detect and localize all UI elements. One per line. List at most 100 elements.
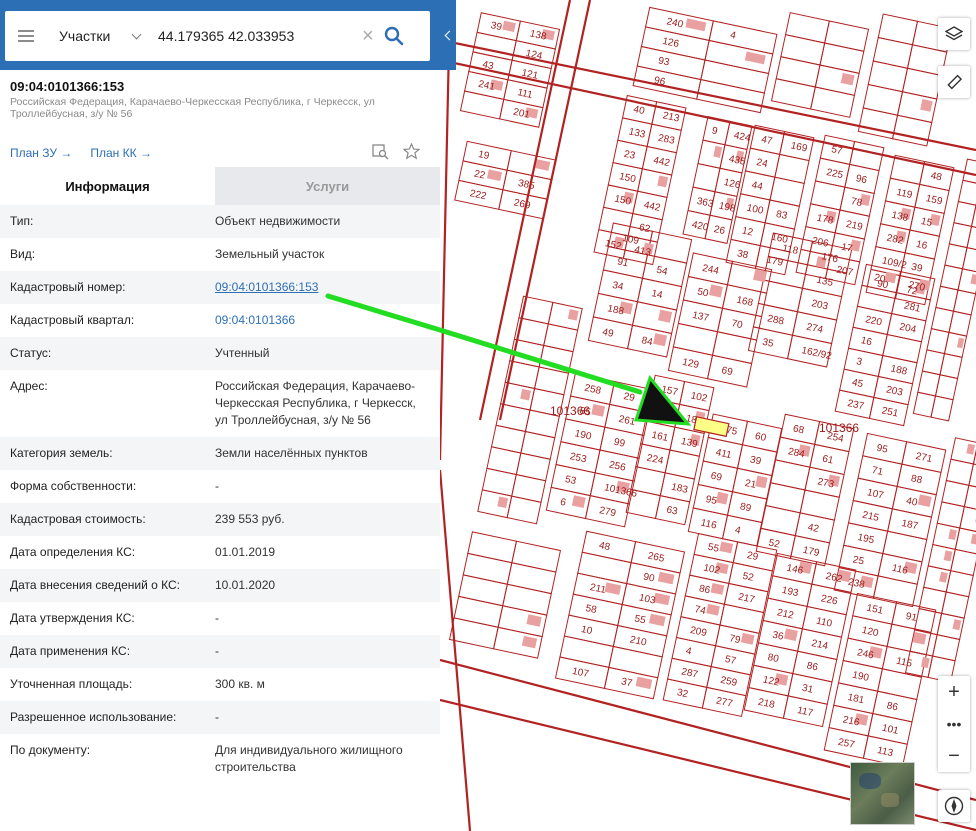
parcel-number: 265 — [647, 551, 666, 565]
map-parcel[interactable] — [948, 310, 972, 337]
map-parcel[interactable] — [459, 90, 505, 120]
map-parcel[interactable] — [481, 467, 517, 497]
selected-parcel[interactable] — [693, 416, 730, 438]
map-parcel[interactable] — [775, 56, 821, 88]
map-parcel[interactable] — [810, 86, 856, 118]
map-parcel[interactable] — [672, 322, 719, 356]
map-parcel[interactable] — [901, 67, 943, 100]
map-parcel[interactable] — [511, 473, 547, 503]
attr-key: Дата определения КС: — [10, 545, 136, 559]
compass-button[interactable] — [938, 790, 970, 822]
map-parcel[interactable] — [719, 603, 765, 634]
map-parcel[interactable] — [877, 13, 919, 46]
layers-button[interactable] — [938, 18, 970, 50]
parcel-number: 138 — [529, 28, 548, 42]
map-parcel[interactable] — [486, 446, 522, 476]
layer-select[interactable]: Участки — [59, 28, 144, 44]
search-input[interactable] — [158, 28, 358, 44]
map-parcel[interactable] — [533, 366, 570, 396]
map-parcel[interactable] — [780, 34, 826, 66]
map-parcel[interactable] — [891, 114, 933, 147]
attr-value: 239 553 руб. — [215, 512, 285, 526]
map-parcel[interactable] — [757, 279, 804, 313]
parcel-number: 152 — [604, 238, 623, 252]
map-building — [685, 18, 707, 32]
parcel-number: 116 — [700, 518, 718, 532]
map-building — [571, 495, 586, 509]
satellite-minimap[interactable] — [850, 762, 915, 825]
map-parcel[interactable] — [708, 20, 778, 55]
map-parcel[interactable] — [810, 180, 846, 211]
plan-kk-link[interactable]: План КК → — [90, 146, 152, 160]
quarter-label: 101366 — [550, 404, 590, 418]
map-parcel[interactable] — [770, 78, 816, 110]
map-parcel[interactable] — [664, 449, 700, 480]
map-parcel[interactable] — [930, 395, 954, 422]
map-parcel[interactable] — [849, 140, 885, 172]
map-parcel[interactable] — [943, 331, 968, 358]
map-parcel[interactable] — [770, 459, 811, 491]
map-parcel[interactable] — [882, 530, 928, 563]
map-parcel[interactable] — [598, 206, 634, 237]
map-parcel[interactable] — [760, 504, 801, 537]
map-canvas[interactable]: 1922222385269401332315015015221328344244… — [440, 0, 976, 831]
map-parcel[interactable] — [506, 495, 542, 525]
parcel-number: 69 — [720, 365, 734, 378]
map-parcel[interactable] — [774, 153, 810, 185]
map-parcel[interactable] — [765, 482, 806, 514]
map-parcel[interactable] — [877, 668, 923, 701]
parcel-number: 113 — [876, 745, 894, 759]
map-parcel[interactable] — [543, 323, 579, 353]
map-parcel[interactable] — [490, 424, 527, 454]
search-icon[interactable] — [384, 26, 404, 46]
cadastral-map[interactable]: 19 22 222 385 269 40 133 23 150 150 152 213 283 442 44… — [440, 0, 976, 831]
map-parcel[interactable] — [857, 107, 899, 140]
map-parcel[interactable] — [957, 179, 976, 206]
map-parcel[interactable] — [700, 59, 770, 94]
map-parcel[interactable] — [784, 12, 830, 44]
parcel-number: 269 — [513, 197, 532, 211]
close-icon[interactable]: × — [362, 26, 374, 46]
tab-information[interactable]: Информация — [0, 167, 215, 205]
map-parcel[interactable] — [799, 489, 840, 521]
zoom-out-button[interactable]: − — [938, 740, 970, 772]
parcel-number: 162/92 — [800, 345, 833, 362]
map-parcel[interactable] — [867, 60, 909, 93]
plan-zu-link[interactable]: План ЗУ → — [10, 146, 72, 160]
map-parcel[interactable] — [819, 42, 865, 74]
map-parcel[interactable] — [721, 514, 763, 547]
map-parcel[interactable] — [862, 83, 904, 116]
map-parcel[interactable] — [448, 617, 499, 650]
map-parcel[interactable] — [824, 20, 870, 52]
parcel-number: 213 — [662, 110, 681, 124]
map-parcel[interactable] — [538, 344, 574, 374]
cadastral-number-link[interactable]: 09:04:0101366:153 — [215, 279, 430, 296]
map-parcel[interactable] — [952, 289, 976, 316]
map-parcel[interactable] — [520, 430, 556, 460]
map-parcel[interactable] — [711, 331, 758, 365]
star-icon[interactable] — [403, 143, 420, 160]
tab-services[interactable]: Услуги — [215, 167, 440, 205]
map-parcel[interactable] — [872, 36, 914, 69]
map-parcel[interactable] — [671, 636, 717, 668]
zoom-in-button[interactable]: + — [938, 676, 970, 708]
map-parcel[interactable] — [939, 352, 963, 380]
map-parcel[interactable] — [636, 45, 706, 81]
map-parcel[interactable] — [696, 78, 766, 114]
map-parcel[interactable] — [934, 374, 959, 401]
map-parcel[interactable] — [769, 176, 805, 207]
cadastral-quarter-link[interactable]: 09:04:0101366 — [215, 312, 430, 329]
collapse-panel-button[interactable] — [440, 24, 456, 46]
parcel-number: 88 — [910, 473, 924, 486]
map-building — [952, 619, 962, 631]
zoom-to-object-icon[interactable] — [372, 143, 389, 160]
parcel-number: 259 — [719, 675, 738, 689]
more-button[interactable]: ••• — [938, 708, 970, 740]
map-parcel[interactable] — [515, 452, 551, 482]
ruler-button[interactable] — [938, 66, 970, 98]
map-parcel[interactable] — [882, 333, 923, 364]
menu-icon[interactable] — [18, 30, 34, 42]
map-parcel[interactable] — [856, 284, 897, 315]
parcel-number: 89 — [739, 501, 753, 514]
map-parcel[interactable] — [843, 347, 884, 378]
